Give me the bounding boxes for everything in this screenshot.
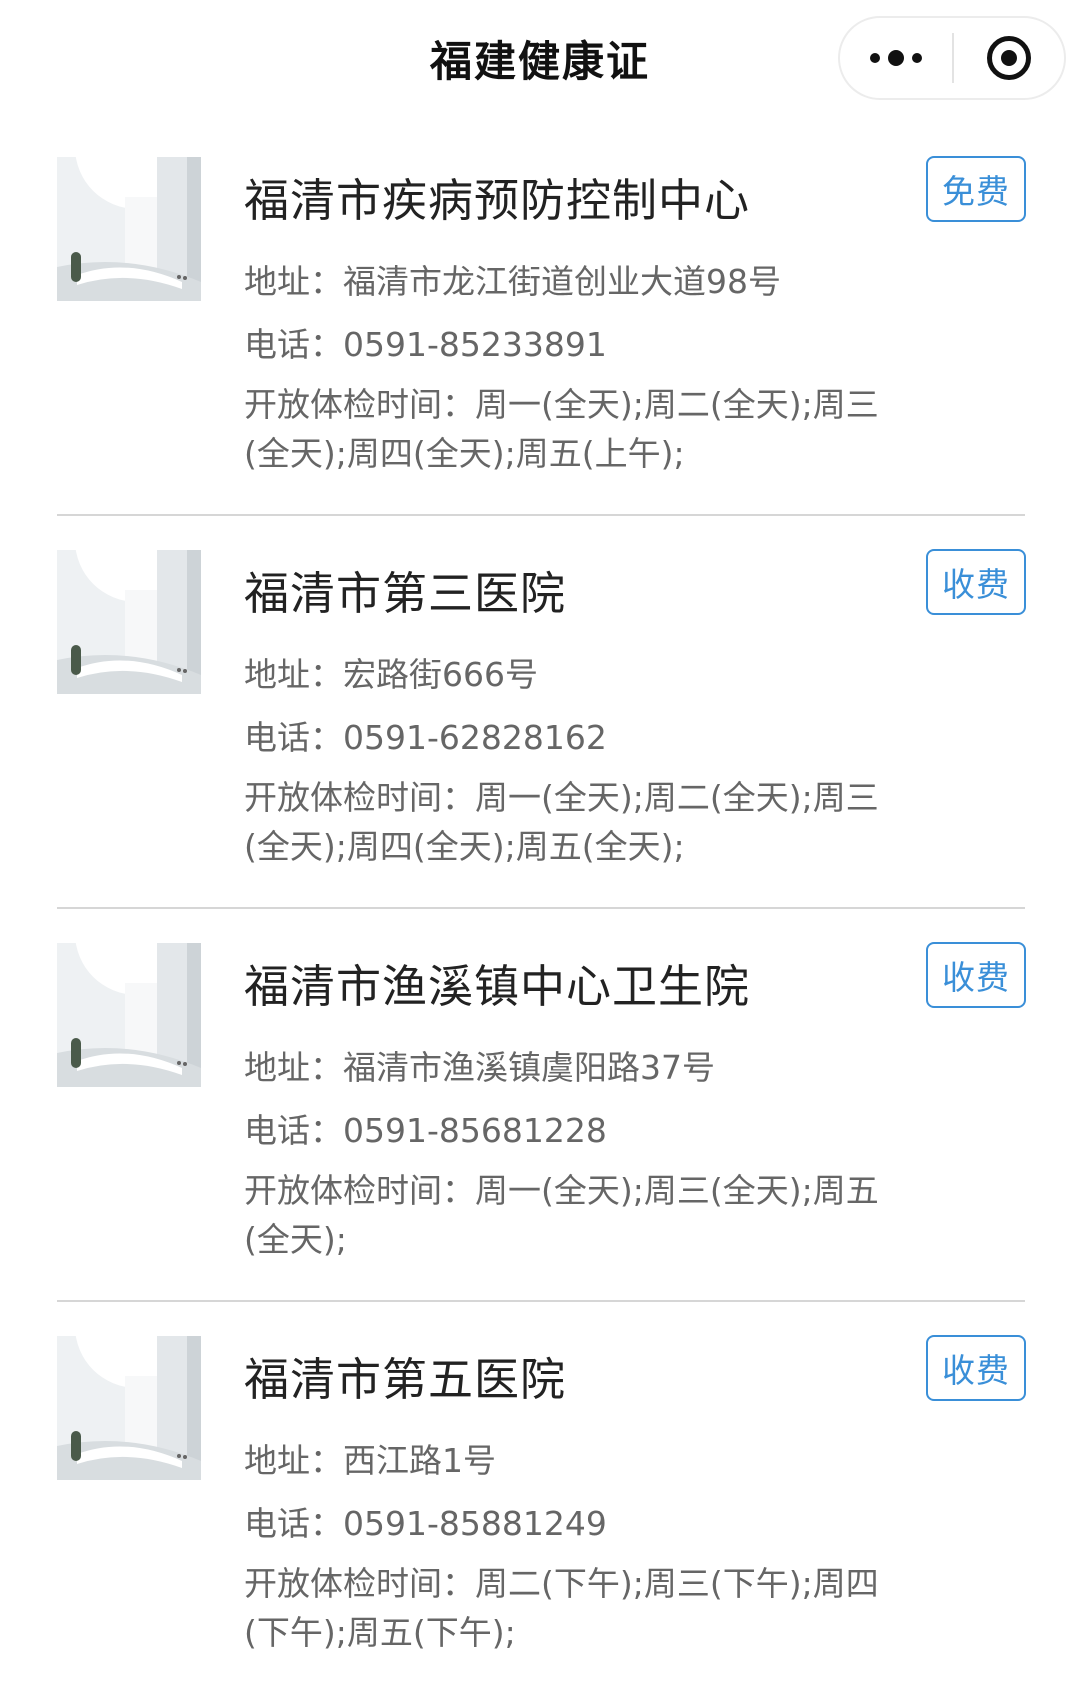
mini-program-capsule — [838, 16, 1066, 100]
clinic-phone: 电话：0591-85681228 — [244, 1111, 607, 1150]
clinic-name: 福清市第五医院 — [244, 1353, 567, 1406]
clinic-item[interactable]: 福清市渔溪镇中心卫生院 收费 地址：福清市渔溪镇虞阳路37号 电话：0591-8… — [0, 904, 1080, 1302]
clinic-lobby-image — [57, 943, 201, 1087]
clinic-address: 地址：西江路1号 — [244, 1441, 496, 1480]
clinic-item[interactable]: 福清市第五医院 收费 地址：西江路1号 电话：0591-85881249 开放体… — [0, 1297, 1080, 1690]
clinic-address: 地址：福清市渔溪镇虞阳路37号 — [244, 1048, 715, 1087]
clinic-name: 福清市渔溪镇中心卫生院 — [244, 960, 751, 1013]
fee-badge: 收费 — [926, 1335, 1026, 1401]
more-dots-icon[interactable] — [840, 18, 952, 98]
clinic-item[interactable]: 福清市疾病预防控制中心 免费 地址：福清市龙江街道创业大道98号 电话：0591… — [0, 118, 1080, 516]
clinic-hours: 开放体检时间：周一(全天);周三(全天);周五(全天); — [244, 1171, 879, 1259]
navigation-bar: 福建健康证 — [0, 0, 1080, 118]
clinic-name: 福清市疾病预防控制中心 — [244, 174, 751, 227]
clinic-phone: 电话：0591-85233891 — [244, 325, 607, 364]
fee-badge: 收费 — [926, 549, 1026, 615]
clinic-address: 地址：宏路街666号 — [244, 655, 538, 694]
clinic-phone: 电话：0591-62828162 — [244, 718, 607, 757]
clinic-lobby-image — [57, 550, 201, 694]
clinic-lobby-image — [57, 1336, 201, 1480]
clinic-address: 地址：福清市龙江街道创业大道98号 — [244, 262, 781, 301]
clinic-lobby-image — [57, 157, 201, 301]
clinic-hours: 开放体检时间：周二(下午);周三(下午);周四(下午);周五(下午); — [244, 1564, 879, 1652]
fee-badge: 收费 — [926, 942, 1026, 1008]
clinic-item[interactable]: 福清市第三医院 收费 地址：宏路街666号 电话：0591-62828162 开… — [0, 511, 1080, 909]
target-close-icon[interactable] — [954, 18, 1064, 98]
clinic-hours: 开放体检时间：周一(全天);周二(全天);周三(全天);周四(全天);周五(上午… — [244, 385, 879, 473]
clinic-phone: 电话：0591-85881249 — [244, 1504, 607, 1543]
fee-badge: 免费 — [926, 156, 1026, 222]
clinic-hours: 开放体检时间：周一(全天);周二(全天);周三(全天);周四(全天);周五(全天… — [244, 778, 879, 866]
clinic-name: 福清市第三医院 — [244, 567, 567, 620]
